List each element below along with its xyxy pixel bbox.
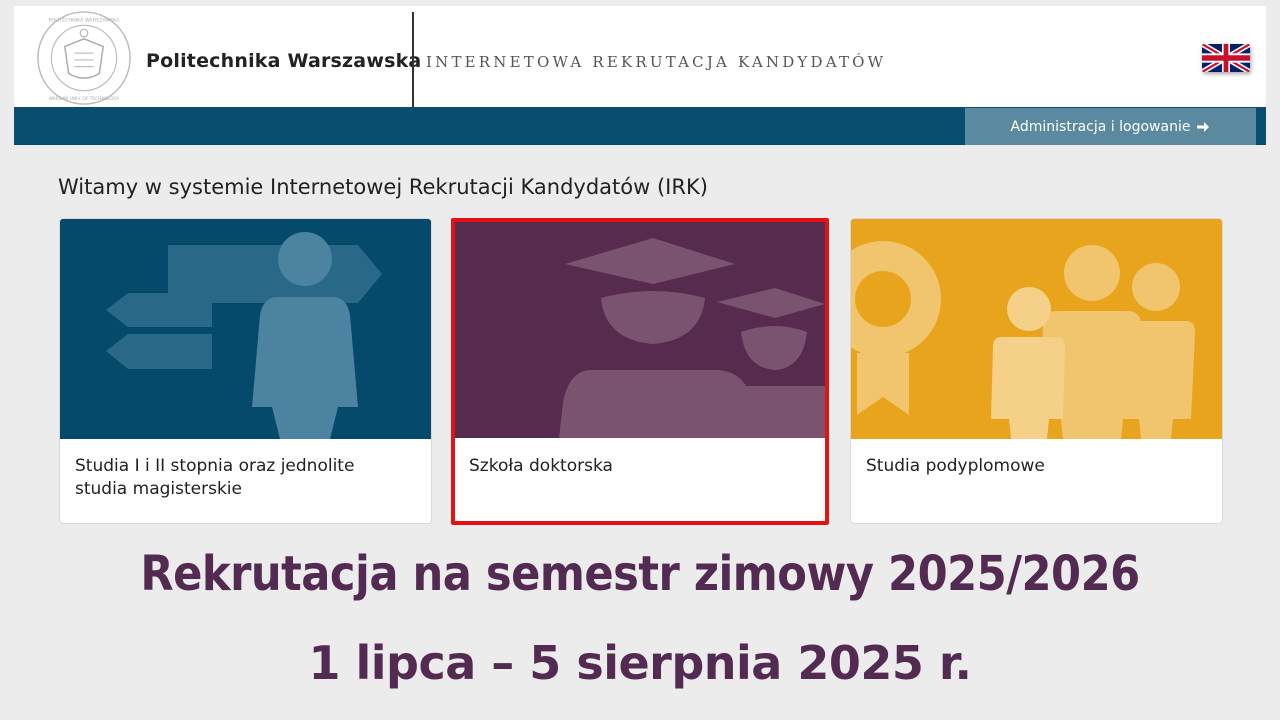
card-label: Studia podyplomowe (866, 456, 1045, 476)
welcome-heading: Witamy w systemie Internetowej Rekrutacj… (58, 175, 708, 199)
card-studia-podyplomowe[interactable]: Studia podyplomowe (850, 218, 1223, 524)
card-szkola-doktorska[interactable]: Szkoła doktorska (451, 218, 829, 525)
directions-person-illustration (60, 219, 431, 439)
university-name[interactable]: Politechnika Warszawska (146, 50, 421, 72)
system-title: INTERNETOWA REKRUTACJA KANDYDATÓW (426, 53, 887, 71)
arrow-right-icon (1197, 121, 1210, 132)
card-label: Szkoła doktorska (469, 456, 613, 476)
rosette-family-illustration (851, 219, 1222, 439)
card-label: Studia I i II stopnia oraz jednolite stu… (75, 456, 355, 499)
recruitment-announcement-dates: 1 lipca – 5 sierpnia 2025 r. (308, 636, 972, 690)
recruitment-announcement-title: Rekrutacja na semestr zimowy 2025/2026 (140, 546, 1140, 602)
top-navbar: Administracja i logowanie (14, 107, 1266, 145)
header: POLITECHNIKA WARSZAWSKA WARSAW UNIV. OF … (14, 6, 1266, 112)
university-seal-logo[interactable]: POLITECHNIKA WARSZAWSKA WARSAW UNIV. OF … (36, 10, 132, 106)
admin-login-label: Administracja i logowanie (1010, 118, 1191, 135)
admin-login-button[interactable]: Administracja i logowanie (965, 108, 1256, 145)
header-divider (412, 12, 414, 112)
svg-text:POLITECHNIKA WARSZAWSKA: POLITECHNIKA WARSZAWSKA (49, 18, 121, 24)
card-studia-i-ii-stopnia[interactable]: Studia I i II stopnia oraz jednolite stu… (59, 218, 432, 524)
graduates-illustration (455, 222, 825, 438)
svg-text:WARSAW UNIV. OF TECHNOLOGY: WARSAW UNIV. OF TECHNOLOGY (49, 96, 120, 102)
uk-flag-icon[interactable] (1202, 44, 1250, 72)
